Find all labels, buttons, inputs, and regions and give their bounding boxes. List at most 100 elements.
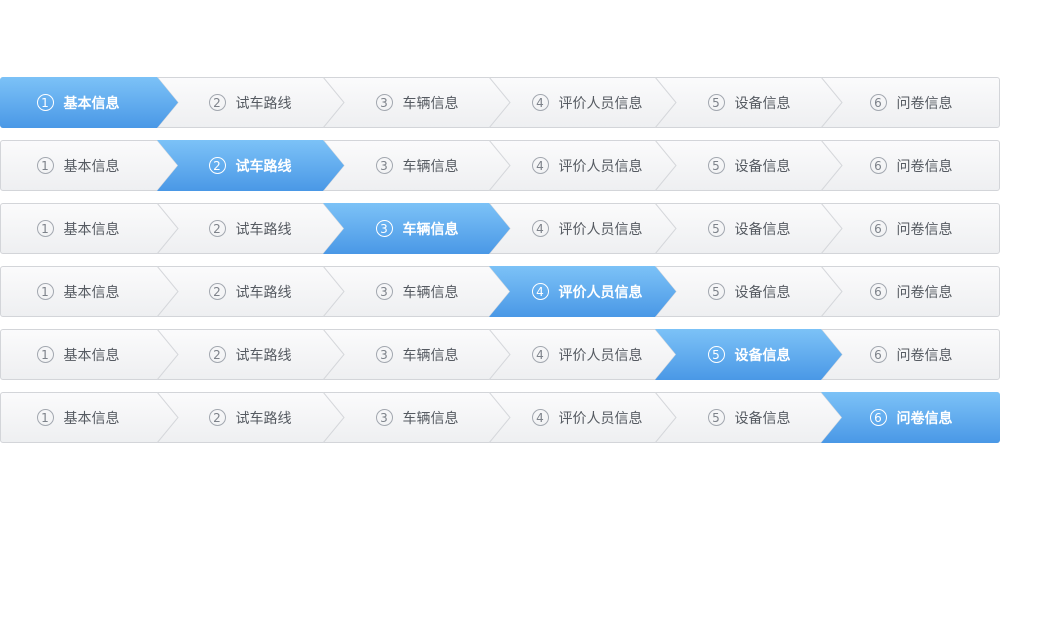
step-label: 试车路线 xyxy=(235,95,292,112)
step-5[interactable]: 5 设备信息 xyxy=(669,140,829,191)
step-number-badge: 6 xyxy=(869,346,887,363)
step-label: 基本信息 xyxy=(63,221,120,238)
step-number-badge: 1 xyxy=(36,346,54,363)
step-label: 设备信息 xyxy=(734,284,791,301)
step-label: 评价人员信息 xyxy=(558,158,643,175)
step-4[interactable]: 4 评价人员信息 xyxy=(507,140,667,191)
step-number-badge: 1 xyxy=(36,283,54,300)
step-number-badge: 1 xyxy=(36,220,54,237)
step-number-badge: 2 xyxy=(208,283,226,300)
step-label: 试车路线 xyxy=(235,158,292,175)
step-number-badge: 6 xyxy=(869,94,887,111)
step-label: 问卷信息 xyxy=(896,347,953,364)
step-number-badge: 3 xyxy=(375,220,393,237)
step-number-badge: 6 xyxy=(869,220,887,237)
step-label: 问卷信息 xyxy=(896,95,953,112)
step-6[interactable]: 6 问卷信息 xyxy=(831,392,991,443)
step-1[interactable]: 1 基本信息 xyxy=(0,329,158,380)
step-1[interactable]: 1 基本信息 xyxy=(0,266,158,317)
step-3[interactable]: 3 车辆信息 xyxy=(337,266,497,317)
step-number-badge: 4 xyxy=(531,409,549,426)
step-number-badge: 2 xyxy=(208,346,226,363)
step-number-badge: 4 xyxy=(531,346,549,363)
step-label: 车辆信息 xyxy=(402,347,459,364)
step-label: 评价人员信息 xyxy=(558,95,643,112)
step-1[interactable]: 1 基本信息 xyxy=(0,77,158,128)
step-label: 设备信息 xyxy=(734,410,791,427)
wizard-steps: 1 基本信息 2 试车路线 3 车辆信息 4 评价人员信息 5 设备信息 6 问卷信息 xyxy=(0,266,1000,317)
step-number-badge: 3 xyxy=(375,94,393,111)
step-label: 评价人员信息 xyxy=(558,410,643,427)
step-number-badge: 5 xyxy=(707,157,725,174)
step-number-badge: 1 xyxy=(36,409,54,426)
wizard-steps: 1 基本信息 2 试车路线 3 车辆信息 4 评价人员信息 5 设备信息 6 问卷信息 xyxy=(0,329,1000,380)
step-label: 基本信息 xyxy=(63,410,120,427)
step-3[interactable]: 3 车辆信息 xyxy=(337,329,497,380)
step-1[interactable]: 1 基本信息 xyxy=(0,140,158,191)
step-label: 设备信息 xyxy=(734,347,791,364)
step-2[interactable]: 2 试车路线 xyxy=(170,266,330,317)
step-3[interactable]: 3 车辆信息 xyxy=(337,140,497,191)
step-number-badge: 5 xyxy=(707,346,725,363)
wizard-stack: 1 基本信息 2 试车路线 3 车辆信息 4 评价人员信息 5 设备信息 6 问卷信息 1 基本信息 2 试车… xyxy=(0,77,1000,443)
step-6[interactable]: 6 问卷信息 xyxy=(831,140,991,191)
wizard-steps: 1 基本信息 2 试车路线 3 车辆信息 4 评价人员信息 5 设备信息 6 问卷信息 xyxy=(0,392,1000,443)
step-5[interactable]: 5 设备信息 xyxy=(669,77,829,128)
step-6[interactable]: 6 问卷信息 xyxy=(831,329,991,380)
step-2[interactable]: 2 试车路线 xyxy=(170,329,330,380)
step-label: 试车路线 xyxy=(235,284,292,301)
step-6[interactable]: 6 问卷信息 xyxy=(831,266,991,317)
step-number-badge: 2 xyxy=(208,157,226,174)
step-label: 问卷信息 xyxy=(896,158,953,175)
step-4[interactable]: 4 评价人员信息 xyxy=(507,77,667,128)
step-number-badge: 3 xyxy=(375,346,393,363)
step-label: 车辆信息 xyxy=(402,221,459,238)
step-label: 车辆信息 xyxy=(402,284,459,301)
step-6[interactable]: 6 问卷信息 xyxy=(831,203,991,254)
step-number-badge: 3 xyxy=(375,409,393,426)
step-label: 设备信息 xyxy=(734,221,791,238)
step-5[interactable]: 5 设备信息 xyxy=(669,329,829,380)
step-number-badge: 6 xyxy=(869,409,887,426)
step-2[interactable]: 2 试车路线 xyxy=(170,392,330,443)
step-label: 评价人员信息 xyxy=(558,284,643,301)
step-label: 设备信息 xyxy=(734,158,791,175)
step-number-badge: 4 xyxy=(531,283,549,300)
step-4[interactable]: 4 评价人员信息 xyxy=(507,266,667,317)
step-5[interactable]: 5 设备信息 xyxy=(669,392,829,443)
step-number-badge: 5 xyxy=(707,220,725,237)
step-4[interactable]: 4 评价人员信息 xyxy=(507,329,667,380)
step-number-badge: 2 xyxy=(208,94,226,111)
step-wizard: 1 基本信息 2 试车路线 3 车辆信息 4 评价人员信息 5 设备信息 6 问卷信息 xyxy=(0,203,1000,254)
step-3[interactable]: 3 车辆信息 xyxy=(337,203,497,254)
step-number-badge: 3 xyxy=(375,283,393,300)
step-2[interactable]: 2 试车路线 xyxy=(170,203,330,254)
step-2[interactable]: 2 试车路线 xyxy=(170,77,330,128)
step-label: 基本信息 xyxy=(63,347,120,364)
step-label: 问卷信息 xyxy=(896,284,953,301)
step-label: 基本信息 xyxy=(63,158,120,175)
step-label: 试车路线 xyxy=(235,410,292,427)
step-number-badge: 1 xyxy=(36,157,54,174)
step-5[interactable]: 5 设备信息 xyxy=(669,266,829,317)
step-label: 车辆信息 xyxy=(402,95,459,112)
step-wizard: 1 基本信息 2 试车路线 3 车辆信息 4 评价人员信息 5 设备信息 6 问卷信息 xyxy=(0,266,1000,317)
step-wizard: 1 基本信息 2 试车路线 3 车辆信息 4 评价人员信息 5 设备信息 6 问卷信息 xyxy=(0,77,1000,128)
wizard-steps: 1 基本信息 2 试车路线 3 车辆信息 4 评价人员信息 5 设备信息 6 问卷信息 xyxy=(0,203,1000,254)
step-6[interactable]: 6 问卷信息 xyxy=(831,77,991,128)
wizard-steps: 1 基本信息 2 试车路线 3 车辆信息 4 评价人员信息 5 设备信息 6 问卷信息 xyxy=(0,77,1000,128)
step-wizard: 1 基本信息 2 试车路线 3 车辆信息 4 评价人员信息 5 设备信息 6 问卷信息 xyxy=(0,392,1000,443)
step-1[interactable]: 1 基本信息 xyxy=(0,392,158,443)
step-5[interactable]: 5 设备信息 xyxy=(669,203,829,254)
step-1[interactable]: 1 基本信息 xyxy=(0,203,158,254)
step-label: 评价人员信息 xyxy=(558,221,643,238)
step-number-badge: 1 xyxy=(36,94,54,111)
step-label: 问卷信息 xyxy=(896,410,953,427)
step-4[interactable]: 4 评价人员信息 xyxy=(507,392,667,443)
step-3[interactable]: 3 车辆信息 xyxy=(337,392,497,443)
step-4[interactable]: 4 评价人员信息 xyxy=(507,203,667,254)
step-2[interactable]: 2 试车路线 xyxy=(170,140,330,191)
step-3[interactable]: 3 车辆信息 xyxy=(337,77,497,128)
step-number-badge: 6 xyxy=(869,283,887,300)
step-number-badge: 2 xyxy=(208,409,226,426)
